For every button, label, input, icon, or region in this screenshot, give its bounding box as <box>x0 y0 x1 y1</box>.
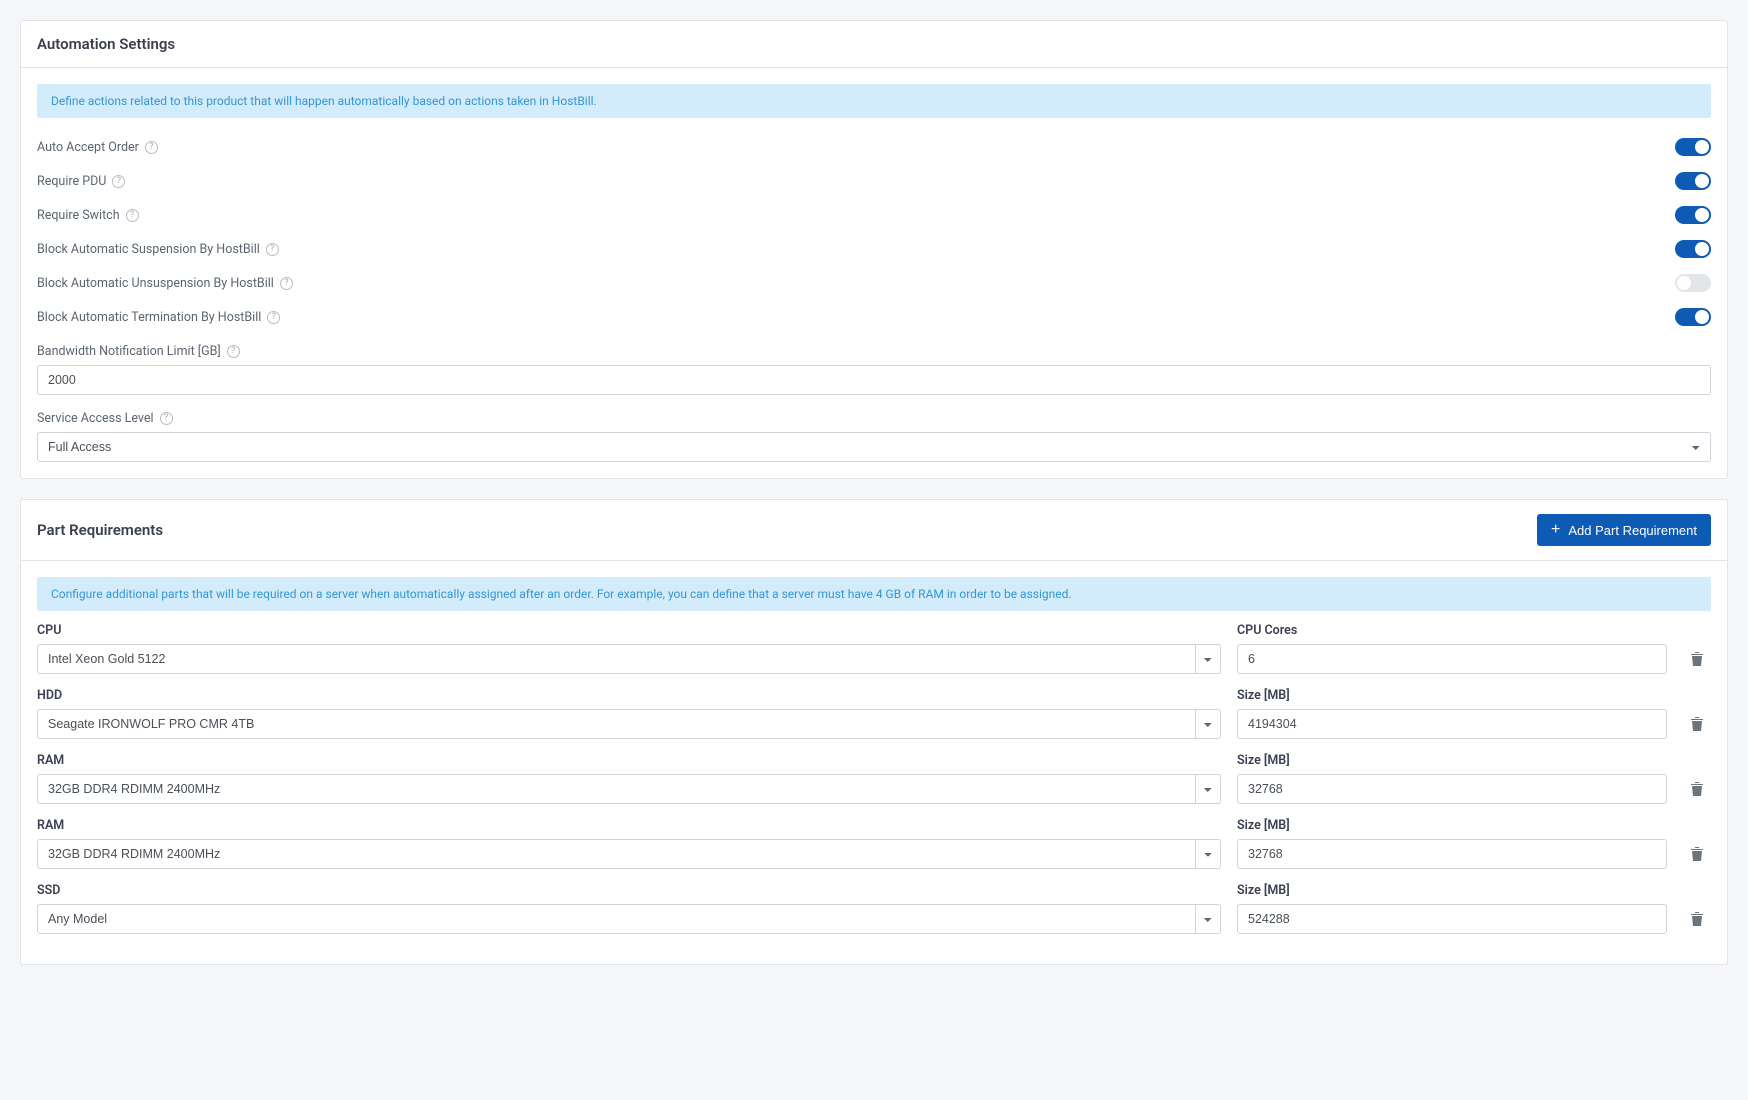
help-icon[interactable]: ? <box>266 243 279 256</box>
setting-label: Require PDU? <box>37 174 125 189</box>
part-row: HDD Seagate IRONWOLF PRO CMR 4TB Size [MB] <box>37 688 1711 739</box>
setting-label: Block Automatic Unsuspension By HostBill… <box>37 276 293 291</box>
part-requirements-body: Configure additional parts that will be … <box>21 561 1727 964</box>
toggle[interactable] <box>1675 274 1711 292</box>
toggle[interactable] <box>1675 172 1711 190</box>
automation-info-bar: Define actions related to this product t… <box>37 84 1711 118</box>
automation-settings-panel: Automation Settings Define actions relat… <box>20 20 1728 479</box>
setting-label: Block Automatic Suspension By HostBill? <box>37 242 279 257</box>
part-type-label: RAM <box>37 818 1221 833</box>
add-part-requirement-button-label: Add Part Requirement <box>1568 523 1697 538</box>
help-icon[interactable]: ? <box>145 141 158 154</box>
setting-row: Require PDU? <box>37 164 1711 198</box>
automation-settings-header: Automation Settings <box>21 21 1727 68</box>
part-row: CPU Intel Xeon Gold 5122 CPU Cores <box>37 623 1711 674</box>
setting-label: Require Switch? <box>37 208 139 223</box>
part-qty-label: CPU Cores <box>1237 623 1667 638</box>
part-qty-input[interactable] <box>1237 644 1667 674</box>
part-row: RAM 32GB DDR4 RDIMM 2400MHz Size [MB] <box>37 818 1711 869</box>
part-requirements-panel: Part Requirements + Add Part Requirement… <box>20 499 1728 965</box>
part-qty-input[interactable] <box>1237 839 1667 869</box>
part-row: RAM 32GB DDR4 RDIMM 2400MHz Size [MB] <box>37 753 1711 804</box>
trash-icon[interactable] <box>1690 911 1704 927</box>
plus-icon: + <box>1551 522 1560 538</box>
part-qty-input[interactable] <box>1237 709 1667 739</box>
part-qty-label: Size [MB] <box>1237 883 1667 898</box>
part-type-select[interactable]: 32GB DDR4 RDIMM 2400MHz <box>37 839 1221 869</box>
trash-icon[interactable] <box>1690 716 1704 732</box>
toggle[interactable] <box>1675 308 1711 326</box>
setting-row: Require Switch? <box>37 198 1711 232</box>
bandwidth-limit-label: Bandwidth Notification Limit [GB] ? <box>37 344 1711 359</box>
setting-label: Auto Accept Order? <box>37 140 158 155</box>
part-type-select[interactable]: 32GB DDR4 RDIMM 2400MHz <box>37 774 1221 804</box>
setting-row: Auto Accept Order? <box>37 130 1711 164</box>
part-requirements-info-bar: Configure additional parts that will be … <box>37 577 1711 611</box>
part-requirements-title: Part Requirements <box>37 521 163 539</box>
part-type-select[interactable]: Intel Xeon Gold 5122 <box>37 644 1221 674</box>
add-part-requirement-button[interactable]: + Add Part Requirement <box>1537 514 1711 546</box>
part-qty-label: Size [MB] <box>1237 818 1667 833</box>
help-icon[interactable]: ? <box>227 345 240 358</box>
part-type-select[interactable]: Any Model <box>37 904 1221 934</box>
part-requirements-header: Part Requirements + Add Part Requirement <box>21 500 1727 561</box>
part-qty-label: Size [MB] <box>1237 688 1667 703</box>
trash-icon[interactable] <box>1690 846 1704 862</box>
part-qty-label: Size [MB] <box>1237 753 1667 768</box>
part-type-label: RAM <box>37 753 1221 768</box>
setting-row: Block Automatic Unsuspension By HostBill… <box>37 266 1711 300</box>
automation-settings-body: Define actions related to this product t… <box>21 68 1727 478</box>
setting-label: Block Automatic Termination By HostBill? <box>37 310 280 325</box>
help-icon[interactable]: ? <box>160 412 173 425</box>
bandwidth-limit-input[interactable] <box>37 365 1711 395</box>
trash-icon[interactable] <box>1690 651 1704 667</box>
toggle[interactable] <box>1675 138 1711 156</box>
setting-row: Block Automatic Termination By HostBill? <box>37 300 1711 334</box>
service-access-level-select[interactable]: Full Access <box>37 432 1711 462</box>
help-icon[interactable]: ? <box>280 277 293 290</box>
service-access-level-label: Service Access Level ? <box>37 411 1711 426</box>
help-icon[interactable]: ? <box>112 175 125 188</box>
help-icon[interactable]: ? <box>267 311 280 324</box>
part-qty-input[interactable] <box>1237 904 1667 934</box>
trash-icon[interactable] <box>1690 781 1704 797</box>
toggle[interactable] <box>1675 206 1711 224</box>
part-type-label: SSD <box>37 883 1221 898</box>
toggle[interactable] <box>1675 240 1711 258</box>
help-icon[interactable]: ? <box>126 209 139 222</box>
automation-settings-title: Automation Settings <box>37 35 175 53</box>
part-type-select[interactable]: Seagate IRONWOLF PRO CMR 4TB <box>37 709 1221 739</box>
setting-row: Block Automatic Suspension By HostBill? <box>37 232 1711 266</box>
part-row: SSD Any Model Size [MB] <box>37 883 1711 934</box>
part-type-label: CPU <box>37 623 1221 638</box>
part-type-label: HDD <box>37 688 1221 703</box>
part-qty-input[interactable] <box>1237 774 1667 804</box>
